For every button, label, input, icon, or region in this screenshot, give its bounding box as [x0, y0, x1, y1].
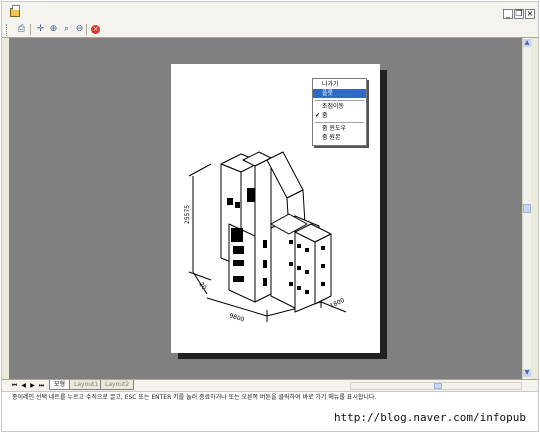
toolbar-separator: [30, 24, 31, 35]
layout-tab-bar: ⏮ ◀ ▶ ⏭ 모형 Layout1 Layout2: [2, 379, 538, 391]
tab-model[interactable]: 모형: [49, 380, 71, 390]
footer: http://blog.naver.com/infopub: [2, 403, 538, 431]
zoom-previous-icon[interactable]: ⊖: [73, 23, 86, 35]
command-line: 종이레인 선택 네트를 누르고 수직으로 끌고, ESC 또는 ENTER 키를…: [2, 391, 538, 403]
zoom-window-icon[interactable]: ⌕: [60, 23, 73, 35]
menu-item-zoom-label: 줌: [322, 112, 328, 119]
window-controls: _ ❐ ×: [503, 9, 535, 20]
minimize-button[interactable]: _: [503, 9, 513, 19]
last-tab-icon[interactable]: ⏭: [38, 382, 45, 389]
tab-layout2[interactable]: Layout2: [100, 380, 135, 390]
close-preview-icon: ×: [91, 24, 100, 34]
scroll-thumb[interactable]: [434, 383, 442, 389]
document-icon[interactable]: [10, 5, 20, 17]
dimension-label: 25575: [184, 205, 191, 224]
checkmark-icon: ✔: [315, 112, 321, 119]
context-menu: 나가기 플롯 초점이동 ✔ 줌 줌 윈도우 줌 원본: [312, 78, 367, 146]
zoom-realtime-icon[interactable]: ⊕: [47, 23, 60, 35]
toolbar-grip[interactable]: [6, 24, 9, 36]
next-tab-icon[interactable]: ▶: [29, 382, 36, 389]
vertical-scrollbar[interactable]: ▲ ▼: [522, 38, 531, 379]
menu-item-zoom-window[interactable]: 줌 윈도우: [313, 124, 366, 133]
menu-item-plot[interactable]: 플롯: [313, 89, 366, 98]
menu-separator: [315, 100, 364, 101]
close-window-button[interactable]: ×: [525, 9, 535, 19]
scroll-down-icon[interactable]: ▼: [523, 369, 531, 377]
pan-icon[interactable]: ✛: [34, 23, 47, 35]
dimension-label: 20: [197, 281, 207, 291]
tab-layout1[interactable]: Layout1: [69, 380, 104, 390]
menu-separator: [315, 122, 364, 123]
dimension-label: 1800: [329, 297, 346, 310]
close-preview-button[interactable]: ×: [89, 23, 102, 35]
scroll-up-icon[interactable]: ▲: [523, 39, 531, 47]
app-window: _ ❐ × ⎙ ✛ ⊕ ⌕ ⊖ × 25575 9800 20 1800 ▲ ▼…: [1, 1, 539, 432]
horizontal-scrollbar[interactable]: [350, 382, 522, 390]
dimension-label: 9800: [228, 312, 245, 323]
scroll-thumb[interactable]: [523, 204, 531, 213]
restore-button[interactable]: ❐: [514, 9, 524, 19]
plot-preview-area[interactable]: 25575 9800 20 1800: [9, 38, 522, 379]
menu-item-exit[interactable]: 나가기: [313, 80, 366, 89]
print-icon[interactable]: ⎙: [15, 23, 28, 35]
menu-item-zoom[interactable]: ✔ 줌: [313, 111, 366, 120]
menu-item-pan[interactable]: 초점이동: [313, 102, 366, 111]
title-bar: _ ❐ ×: [2, 2, 538, 21]
menu-item-zoom-original[interactable]: 줌 원본: [313, 133, 366, 142]
watermark-url: http://blog.naver.com/infopub: [333, 411, 526, 424]
prev-tab-icon[interactable]: ◀: [20, 382, 27, 389]
first-tab-icon[interactable]: ⏮: [11, 382, 18, 389]
toolbar-separator: [86, 24, 87, 35]
preview-toolbar: ⎙ ✛ ⊕ ⌕ ⊖ ×: [2, 21, 538, 38]
